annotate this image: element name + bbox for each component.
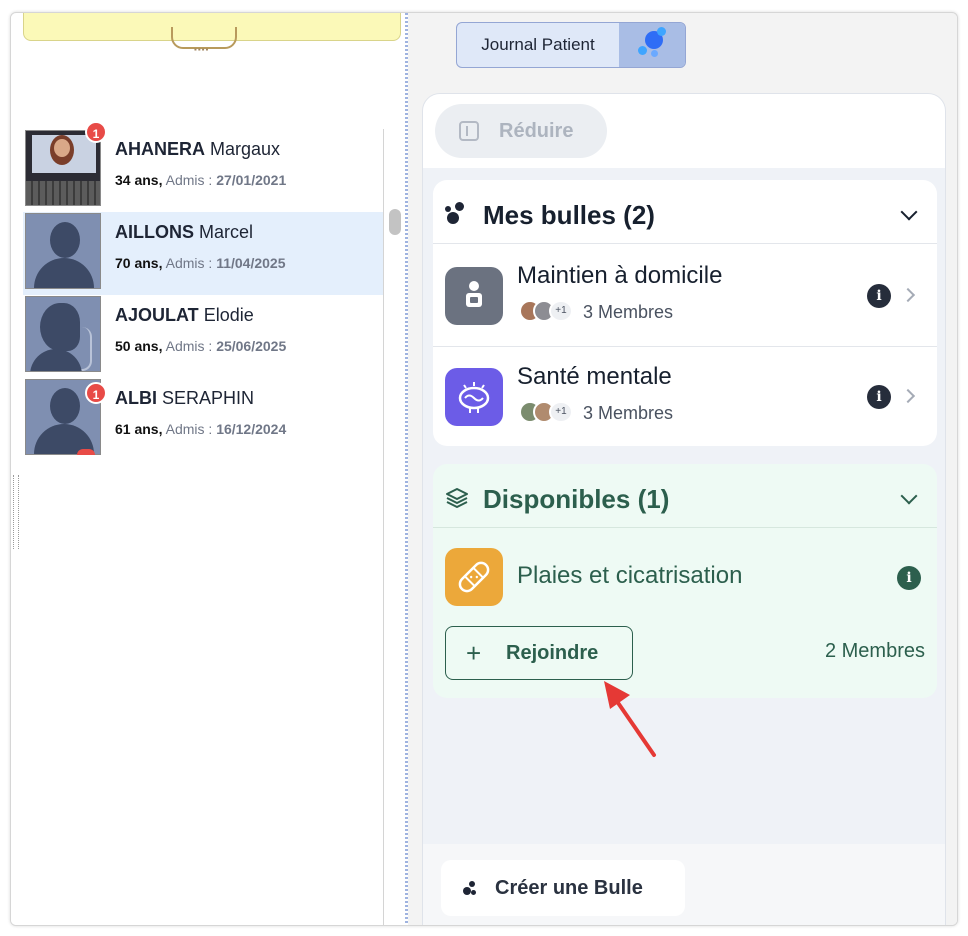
journal-patient-button[interactable]: Journal Patient — [456, 22, 686, 68]
journal-patient-label: Journal Patient — [481, 35, 595, 54]
chevron-right-icon — [900, 388, 916, 404]
patient-name: ALBI SERAPHIN — [115, 388, 255, 408]
member-avatars: +1 — [519, 401, 579, 425]
annotation-arrow-icon — [604, 681, 656, 757]
members-count: 3 Membres — [583, 302, 674, 322]
patient-photo-placeholder — [25, 213, 101, 289]
member-avatars: +1 — [519, 300, 579, 324]
available-bubbles-section: Disponibles (1) Plaies et cicatrisation … — [433, 464, 937, 698]
patient-meta: 61 ans, Admis : 16/12/2024 — [115, 421, 287, 437]
patient-name: AHANERA Margaux — [115, 139, 281, 159]
notification-badge-partial — [77, 449, 95, 455]
chevron-right-icon — [900, 287, 916, 303]
join-button[interactable]: + Rejoindre — [445, 626, 633, 680]
create-bubble-label: Créer une Bulle — [495, 877, 643, 899]
plus-icon: + — [466, 638, 482, 668]
layers-icon — [445, 486, 469, 515]
patient-list: 1 AHANERA Margaux 34 ans, Admis : 27/01/… — [23, 121, 383, 461]
patient-row[interactable]: 1 ALBI SERAPHIN 61 ans, Admis : 16/12/20… — [23, 378, 383, 461]
bubble-name: Santé mentale — [517, 363, 672, 390]
bubble-item-maintien[interactable]: Maintien à domicile +1 3 Membres i — [433, 246, 937, 346]
list-scrollbar-thumb[interactable] — [389, 209, 401, 235]
members-count: 2 Membres — [824, 640, 925, 662]
create-bubble-button[interactable]: Créer une Bulle — [441, 860, 685, 916]
drawer-handle-dots: ▪▪▪▪ — [194, 45, 210, 54]
patient-meta: 70 ans, Admis : 11/04/2025 — [115, 255, 286, 271]
chevron-down-icon[interactable] — [900, 203, 918, 221]
bubble-item-sante-mentale[interactable]: Santé mentale +1 3 Membres i — [433, 346, 937, 446]
bubbles-icon — [619, 23, 685, 67]
available-bubbles-header[interactable]: Disponibles (1) — [433, 464, 937, 528]
sidebar-collapse-icon — [459, 121, 479, 141]
notification-badge: 1 — [85, 121, 107, 143]
patient-photo-placeholder — [25, 296, 101, 372]
available-bubbles-title: Disponibles (1) — [483, 484, 670, 514]
reduce-button[interactable]: Réduire — [435, 104, 607, 158]
bubble-name: Plaies et cicatrisation — [517, 562, 743, 589]
panel-footer: Créer une Bulle — [423, 844, 945, 925]
brain-icon — [445, 368, 503, 426]
my-bubbles-section: Mes bulles (2) Maintien à domicile +1 3 … — [433, 180, 937, 446]
patient-name: AJOULAT Elodie — [115, 305, 254, 325]
bubbles-pane: Journal Patient Réduire Mes bulles (2) M… — [408, 13, 957, 925]
resize-grip[interactable] — [13, 475, 19, 549]
patient-row[interactable]: 1 AHANERA Margaux 34 ans, Admis : 27/01/… — [23, 121, 383, 212]
panel-header: Réduire — [423, 94, 945, 168]
patient-meta: 34 ans, Admis : 27/01/2021 — [115, 172, 287, 188]
notification-badge: 1 — [85, 382, 107, 404]
patient-row-selected[interactable]: AILLONS Marcel 70 ans, Admis : 11/04/202… — [23, 212, 383, 295]
members-count: 3 Membres — [583, 403, 674, 423]
app-window: ▪▪▪▪ 1 AHANERA Margaux 34 ans, Admis : 2… — [10, 12, 958, 926]
patient-name: AILLONS Marcel — [115, 222, 254, 242]
join-label: Rejoindre — [506, 642, 599, 664]
my-bubbles-title: Mes bulles (2) — [483, 200, 655, 230]
info-icon[interactable]: i — [867, 284, 891, 308]
bubbles-panel: Réduire Mes bulles (2) Maintien à domici… — [422, 93, 946, 925]
reduce-label: Réduire — [499, 120, 574, 142]
home-care-icon — [445, 267, 503, 325]
info-icon[interactable]: i — [897, 566, 921, 590]
my-bubbles-header[interactable]: Mes bulles (2) — [433, 180, 937, 244]
patient-meta: 50 ans, Admis : 25/06/2025 — [115, 338, 287, 354]
list-scroll-track — [383, 129, 384, 925]
patient-pane: ▪▪▪▪ 1 AHANERA Margaux 34 ans, Admis : 2… — [11, 13, 407, 925]
chevron-down-icon[interactable] — [900, 487, 918, 505]
bandage-icon — [445, 548, 503, 606]
screenshot-frame: ▪▪▪▪ 1 AHANERA Margaux 34 ans, Admis : 2… — [0, 0, 968, 936]
info-icon[interactable]: i — [867, 385, 891, 409]
patient-row[interactable]: AJOULAT Elodie 50 ans, Admis : 25/06/202… — [23, 295, 383, 378]
bubble-name: Maintien à domicile — [517, 262, 723, 289]
